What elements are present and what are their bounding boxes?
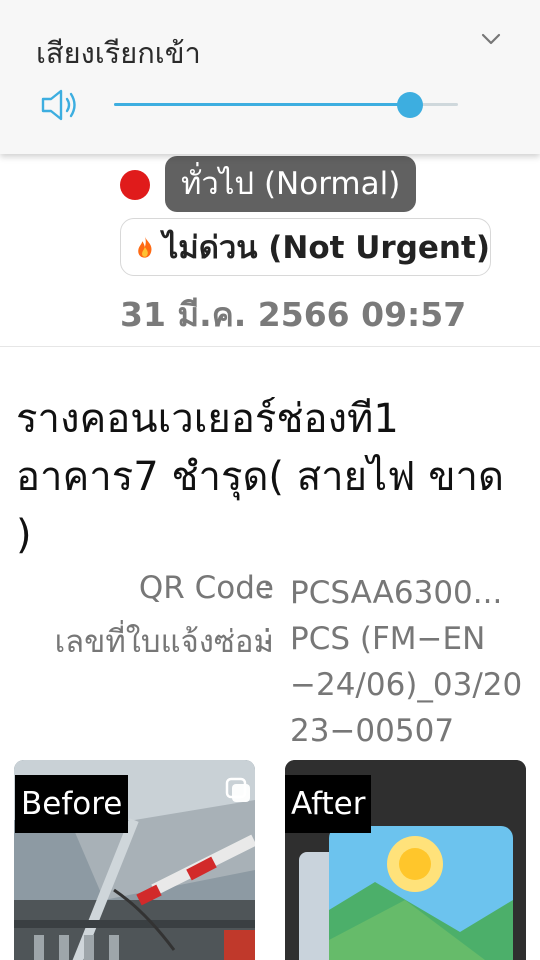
divider: [0, 346, 540, 347]
qr-code-colon: :: [262, 570, 273, 606]
document-number-value: PCS (FM−EN−24/06)_03/2023−00507: [290, 621, 523, 749]
report-datetime: 31 มี.ค. 2566 09:57: [120, 295, 467, 334]
document-number-row: เลขที่ใบแจ้งซ่อม : PCS (FM−EN−24/06)_03/…: [0, 616, 540, 756]
volume-slider[interactable]: [114, 92, 458, 118]
ticket-title: รางคอนเวเยอร์ช่องที1 อาคาร7 ชำรุด( สายไฟ…: [16, 396, 504, 558]
status-dot: [120, 170, 150, 200]
slider-thumb[interactable]: [396, 92, 423, 118]
qr-code-value: PCSAA6300...: [290, 575, 503, 611]
chevron-down-icon[interactable]: [480, 30, 502, 48]
before-photo[interactable]: Before: [14, 760, 255, 960]
document-number-label: เลขที่ใบแจ้งซ่อม: [54, 624, 274, 660]
after-label: After: [285, 775, 372, 833]
slider-fill: [114, 103, 410, 106]
before-label: Before: [15, 775, 129, 833]
flame-icon: [138, 236, 152, 258]
qr-code-row: QR Code : PCSAA6300...: [0, 570, 540, 616]
priority-chip[interactable]: ไม่ด่วน (Not Urgent): [120, 218, 491, 276]
priority-label: ไม่ด่วน (Not Urgent): [162, 230, 490, 266]
qr-code-label: QR Code: [138, 570, 274, 606]
after-photo[interactable]: After: [285, 760, 526, 960]
volume-panel: เสียงเรียกเข้า: [0, 0, 540, 154]
status-row: ทั่วไป (Normal): [0, 156, 540, 214]
type-chip[interactable]: ทั่วไป (Normal): [165, 156, 417, 212]
volume-panel-title: เสียงเรียกเข้า: [36, 36, 201, 70]
speaker-icon[interactable]: [40, 86, 80, 124]
document-number-colon: :: [262, 616, 273, 652]
multiple-images-icon: [225, 777, 250, 802]
